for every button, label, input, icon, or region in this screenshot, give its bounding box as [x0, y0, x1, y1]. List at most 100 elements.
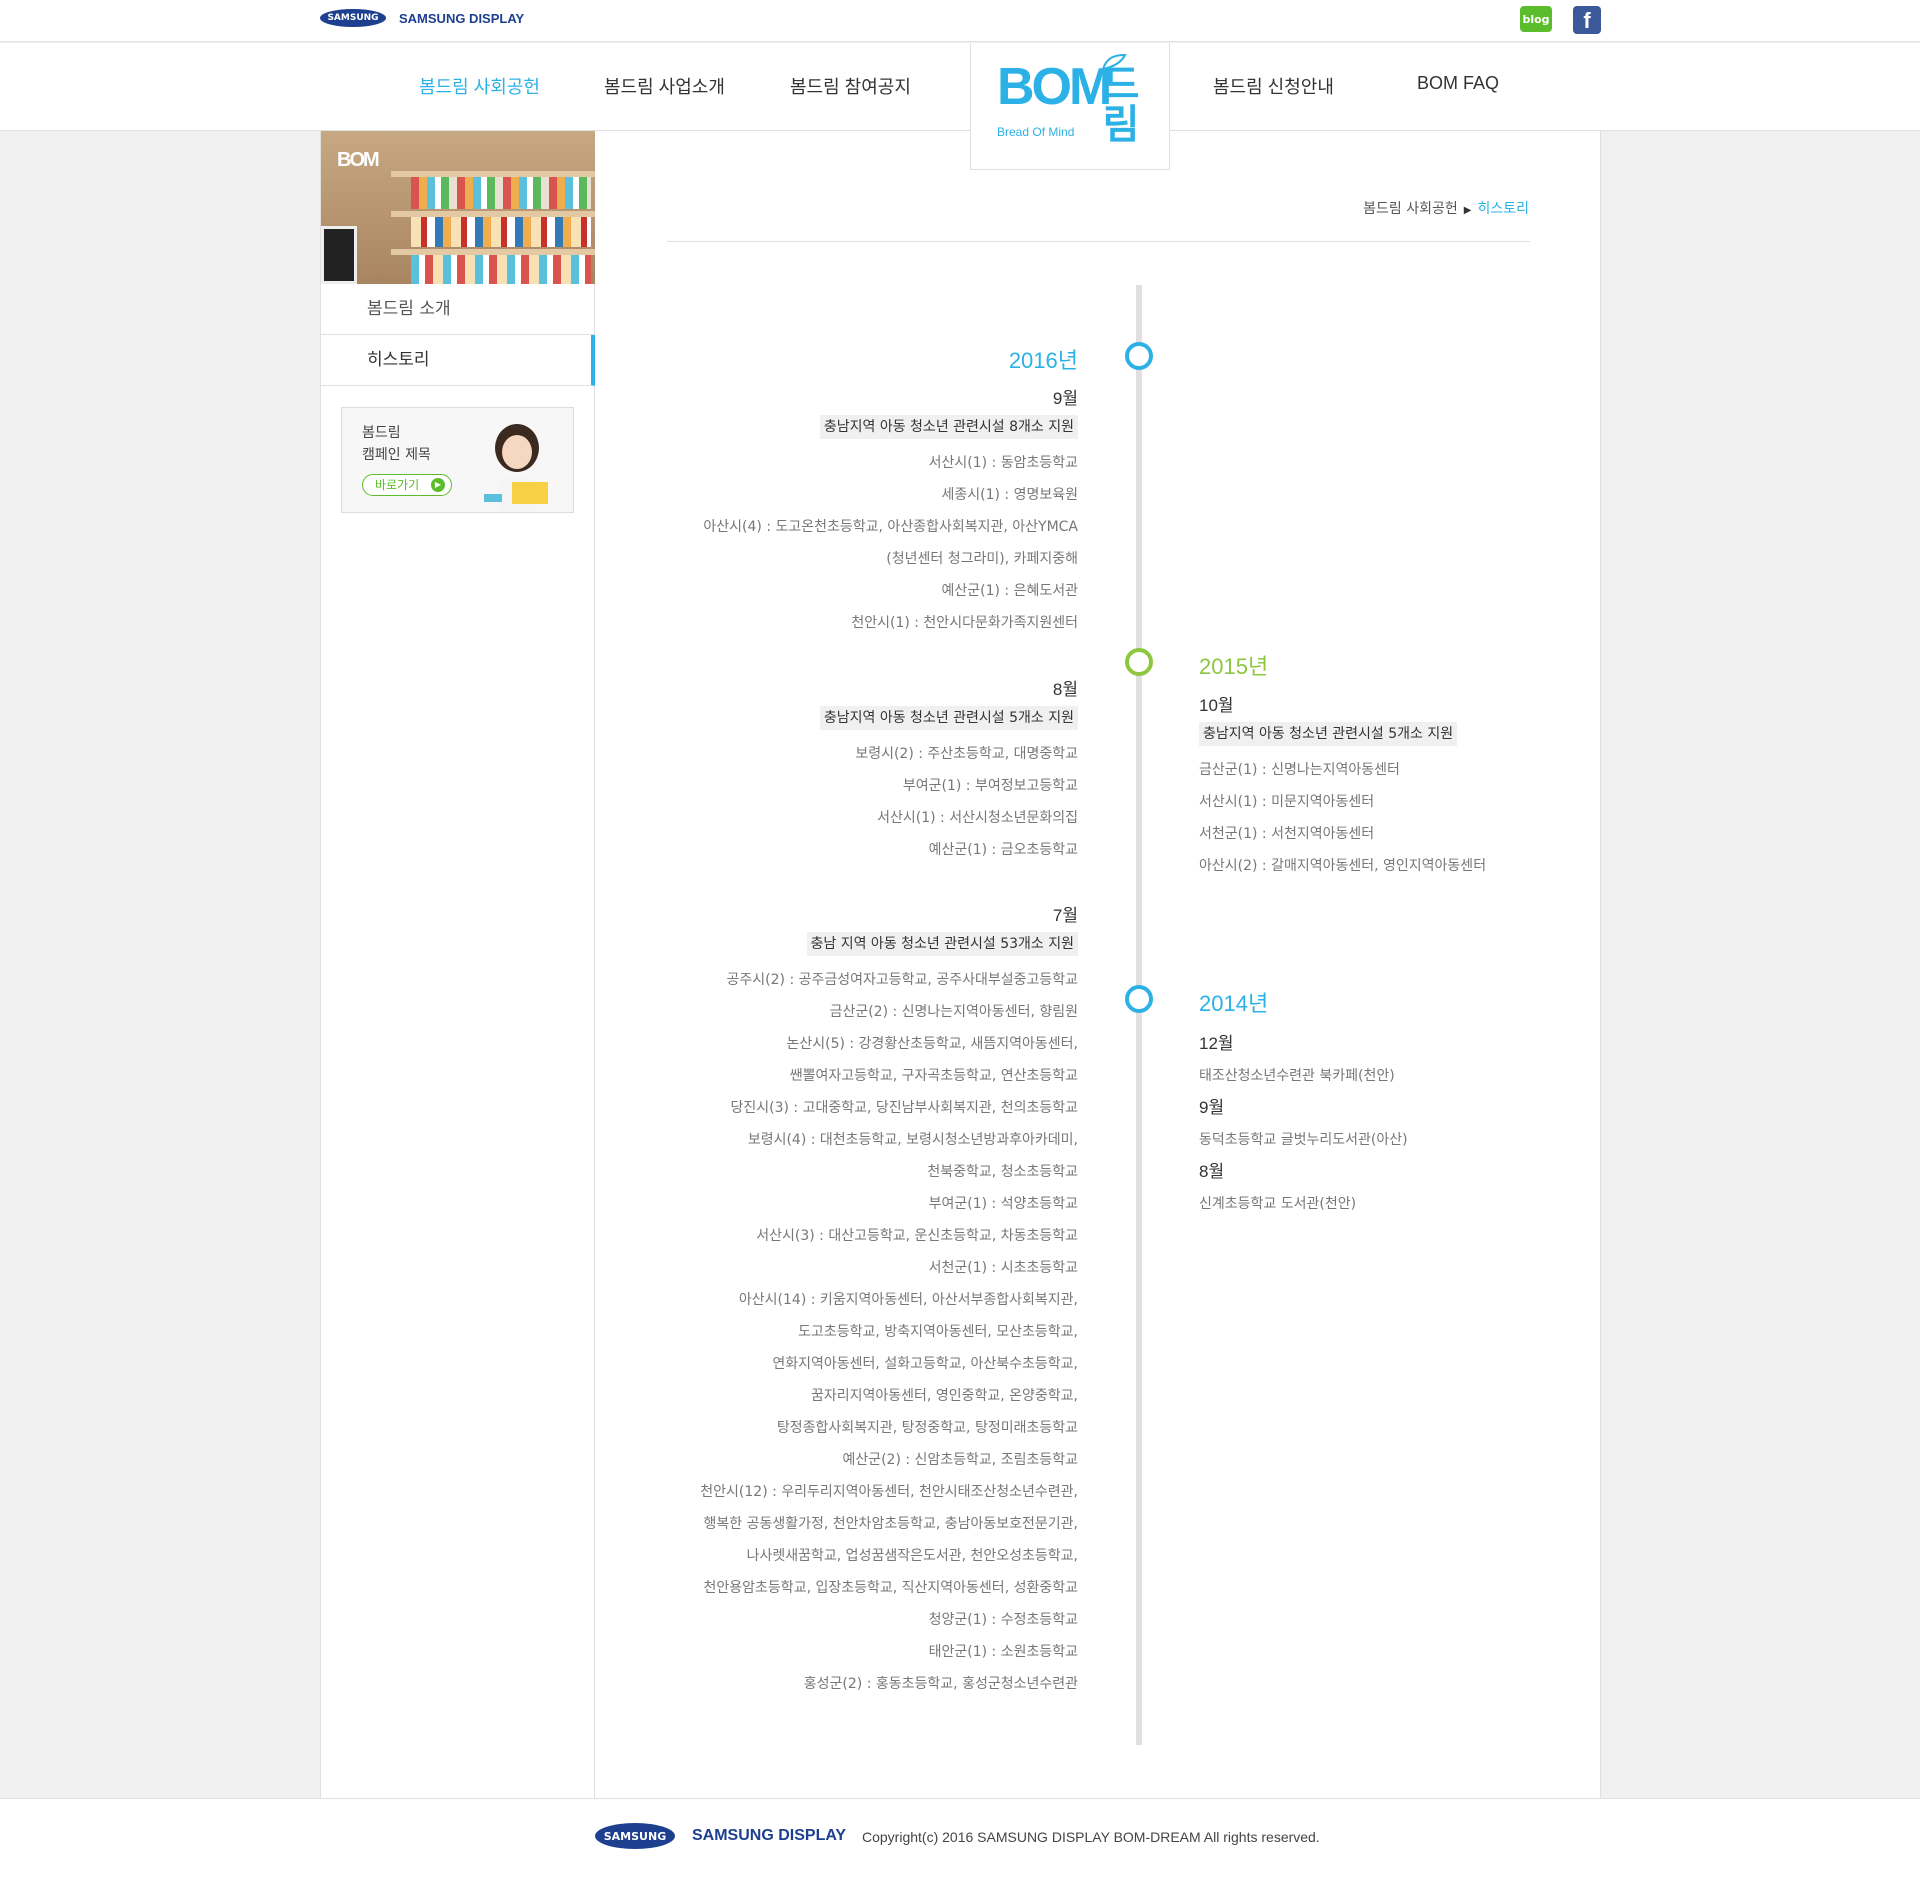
list-item: 태안군(1) : 소원초등학교 — [928, 1644, 1078, 1660]
bom-dream-logo[interactable]: BOM Bread Of Mind 드림 — [970, 43, 1170, 170]
campaign-go-label: 바로가기 — [375, 478, 420, 492]
list-item: 서천군(1) : 서천지역아동센터 — [1199, 826, 1375, 842]
breadcrumb-divider — [667, 241, 1530, 242]
list-item: 당진시(3) : 고대중학교, 당진남부사회복지관, 천의초등학교 — [730, 1100, 1079, 1116]
list-item: 금산군(2) : 신명나는지역아동센터, 향림원 — [829, 1004, 1078, 1020]
campaign-go-button[interactable]: 바로가기 ▶ — [362, 474, 452, 496]
list-item: 청양군(1) : 수정초등학교 — [928, 1612, 1078, 1628]
list-item: 예산군(1) : 은혜도서관 — [941, 583, 1079, 599]
section-headline: 충남 지역 아동 청소년 관련시설 53개소 지원 — [806, 932, 1078, 956]
footer: SAMSUNG SAMSUNG DISPLAY Copyright(c) 201… — [0, 1798, 1920, 1877]
list-item: 아산시(2) : 갈매지역아동센터, 영인지역아동센터 — [1199, 858, 1487, 874]
year-2016: 2016년 — [1008, 348, 1078, 373]
timeline-node-2015 — [1125, 648, 1153, 676]
list-item: 도고초등학교, 방축지역아동센터, 모산초등학교, — [798, 1324, 1078, 1340]
nav-application-guide[interactable]: 봄드림 신청안내 — [1213, 73, 1334, 99]
top-bar: SAMSUNG SAMSUNG DISPLAY blog f — [0, 0, 1920, 42]
breadcrumb-arrow-icon: ▶ — [1463, 205, 1472, 216]
list-item: 서산시(1) : 미문지역아동센터 — [1199, 794, 1375, 810]
list-item: 서산시(1) : 서산시청소년문화의집 — [877, 810, 1078, 826]
section-headline: 충남지역 아동 청소년 관련시설 5개소 지원 — [819, 706, 1078, 730]
timeline-node-2014 — [1125, 985, 1153, 1013]
list-item: 연화지역아동센터, 설화고등학교, 아산북수초등학교, — [772, 1356, 1078, 1372]
section-headline: 충남지역 아동 청소년 관련시설 8개소 지원 — [819, 415, 1078, 439]
banner-bom-logo: BOM — [337, 149, 380, 171]
list-item: 쌘뽈여자고등학교, 구자곡초등학교, 연산초등학교 — [789, 1068, 1078, 1084]
list-item: 탕정종합사회복지관, 탕정중학교, 탕정미래초등학교 — [776, 1420, 1078, 1436]
month-label: 9월 — [1199, 1098, 1225, 1117]
section-headline: 충남지역 아동 청소년 관련시설 5개소 지원 — [1199, 722, 1458, 746]
list-item: 나사렛새꿈학교, 업성꿈샘작은도서관, 천안오성초등학교, — [746, 1548, 1078, 1564]
month-label: 7월 — [1052, 906, 1078, 925]
list-item: 서산시(3) : 대산고등학교, 운신초등학교, 차동초등학교 — [756, 1228, 1078, 1244]
main-nav: 봄드림 사회공헌 봄드림 사업소개 봄드림 참여공지 봄드림 신청안내 BOM … — [0, 43, 1920, 131]
list-item: 아산시(4) : 도고온천초등학교, 아산종합사회복지관, 아산YMCA — [703, 519, 1078, 535]
facebook-icon[interactable]: f — [1573, 6, 1601, 34]
list-item: 아산시(14) : 키움지역아동센터, 아산서부종합사회복지관, — [738, 1292, 1078, 1308]
list-item: 태조산청소년수련관 북카페(천안) — [1199, 1068, 1395, 1084]
logo-subtitle: Bread Of Mind — [997, 125, 1075, 139]
section-2014: 12월 태조산청소년수련관 북카페(천안) 9월 동덕초등학교 글벗누리도서관(… — [1199, 1028, 1408, 1220]
logo-bom-text: BOM — [997, 58, 1112, 116]
girl-reading-illustration — [484, 424, 548, 512]
copyright-text: Copyright(c) 2016 SAMSUNG DISPLAY BOM-DR… — [862, 1829, 1320, 1845]
month-label: 9월 — [1052, 389, 1078, 408]
year-2015: 2015년 — [1199, 654, 1269, 679]
section-2016-jul: 7월 충남 지역 아동 청소년 관련시설 53개소 지원 공주시(2) : 공주… — [700, 900, 1078, 1700]
list-item: 서천군(1) : 시초초등학교 — [928, 1260, 1078, 1276]
nav-business-intro[interactable]: 봄드림 사업소개 — [604, 73, 725, 99]
sidebar-banner-image: BOM — [321, 131, 595, 284]
footer-samsung-logo-icon: SAMSUNG — [595, 1823, 675, 1849]
month-label: 12월 — [1199, 1034, 1234, 1053]
timeline-node-2016 — [1125, 342, 1153, 370]
year-2014: 2014년 — [1199, 991, 1269, 1016]
logo-dream-text: 드림 — [1094, 63, 1140, 143]
sidebar-item-history[interactable]: 히스토리 — [321, 335, 595, 386]
list-item: 예산군(2) : 신암초등학교, 조림초등학교 — [842, 1452, 1078, 1468]
section-2015-oct: 10월 충남지역 아동 청소년 관련시설 5개소 지원 금산군(1) : 신명나… — [1199, 690, 1486, 882]
list-item: 천안용암초등학교, 입장초등학교, 직산지역아동센터, 성환중학교 — [703, 1580, 1078, 1596]
breadcrumb-current: 히스토리 — [1477, 201, 1529, 217]
list-item: 공주시(2) : 공주금성여자고등학교, 공주사대부설중고등학교 — [726, 972, 1078, 988]
list-item: 서산시(1) : 동암초등학교 — [928, 455, 1078, 471]
nav-faq[interactable]: BOM FAQ — [1417, 73, 1499, 94]
nav-social-contribution[interactable]: 봄드림 사회공헌 — [419, 73, 540, 99]
content-container: BOM 봄드림 소개 히스토리 봄드림 캠페인 제목 바로가기 ▶ 봄드림 사회… — [320, 131, 1601, 1798]
list-item: 부여군(1) : 석양초등학교 — [928, 1196, 1078, 1212]
list-item: 세종시(1) : 영명보육원 — [941, 487, 1079, 503]
samsung-logo-icon[interactable]: SAMSUNG — [320, 9, 386, 27]
section-2016-sep: 9월 충남지역 아동 청소년 관련시설 8개소 지원 서산시(1) : 동암초등… — [703, 383, 1078, 639]
samsung-display-logo[interactable]: SAMSUNG DISPLAY — [399, 11, 524, 26]
campaign-title-line1: 봄드림 — [362, 425, 401, 441]
breadcrumb: 봄드림 사회공헌 ▶ 히스토리 — [1363, 198, 1529, 218]
list-item: 천북중학교, 청소초등학교 — [927, 1164, 1078, 1180]
month-label: 8월 — [1199, 1162, 1225, 1181]
campaign-title-line2: 캠페인 제목 — [362, 447, 431, 463]
breadcrumb-parent[interactable]: 봄드림 사회공헌 — [1363, 201, 1458, 217]
month-label: 10월 — [1199, 696, 1234, 715]
list-item: 천안시(1) : 천안시다문화가족지원센터 — [851, 615, 1078, 631]
sidebar: BOM 봄드림 소개 히스토리 봄드림 캠페인 제목 바로가기 ▶ — [321, 131, 595, 1798]
arrow-right-icon: ▶ — [431, 478, 445, 492]
list-item: 신계초등학교 도서관(천안) — [1199, 1196, 1357, 1212]
list-item: 꿈자리지역아동센터, 영인중학교, 온양중학교, — [811, 1388, 1078, 1404]
leaf-icon — [1101, 53, 1127, 71]
month-label: 8월 — [1052, 680, 1078, 699]
list-item: 보령시(2) : 주산초등학교, 대명중학교 — [855, 746, 1078, 762]
list-item: 예산군(1) : 금오초등학교 — [928, 842, 1078, 858]
sidebar-item-intro[interactable]: 봄드림 소개 — [321, 284, 595, 335]
blog-icon[interactable]: blog — [1520, 6, 1552, 32]
main-content: 봄드림 사회공헌 ▶ 히스토리 2016년 9월 충남지역 아동 청소년 관련시설 … — [596, 131, 1600, 1798]
list-item: 동덕초등학교 글벗누리도서관(아산) — [1199, 1132, 1408, 1148]
list-item: 금산군(1) : 신명나는지역아동센터 — [1199, 762, 1400, 778]
nav-participation-notice[interactable]: 봄드림 참여공지 — [790, 73, 911, 99]
campaign-banner[interactable]: 봄드림 캠페인 제목 바로가기 ▶ — [341, 407, 574, 513]
list-item: 보령시(4) : 대천초등학교, 보령시청소년방과후아카데미, — [747, 1132, 1078, 1148]
list-item: 천안시(12) : 우리두리지역아동센터, 천안시태조산청소년수련관, — [700, 1484, 1078, 1500]
list-item: 행복한 공동생활가정, 천안차암초등학교, 충남아동보호전문기관, — [703, 1516, 1078, 1532]
footer-samsung-display-logo: SAMSUNG DISPLAY — [692, 1827, 847, 1844]
list-item: 홍성군(2) : 홍동초등학교, 홍성군청소년수련관 — [803, 1676, 1078, 1692]
section-2016-aug: 8월 충남지역 아동 청소년 관련시설 5개소 지원 보령시(2) : 주산초등… — [819, 674, 1078, 866]
list-item: (청년센터 청그라미), 카페지중해 — [886, 551, 1078, 567]
list-item: 논산시(5) : 강경황산초등학교, 새뜸지역아동센터, — [786, 1036, 1078, 1052]
